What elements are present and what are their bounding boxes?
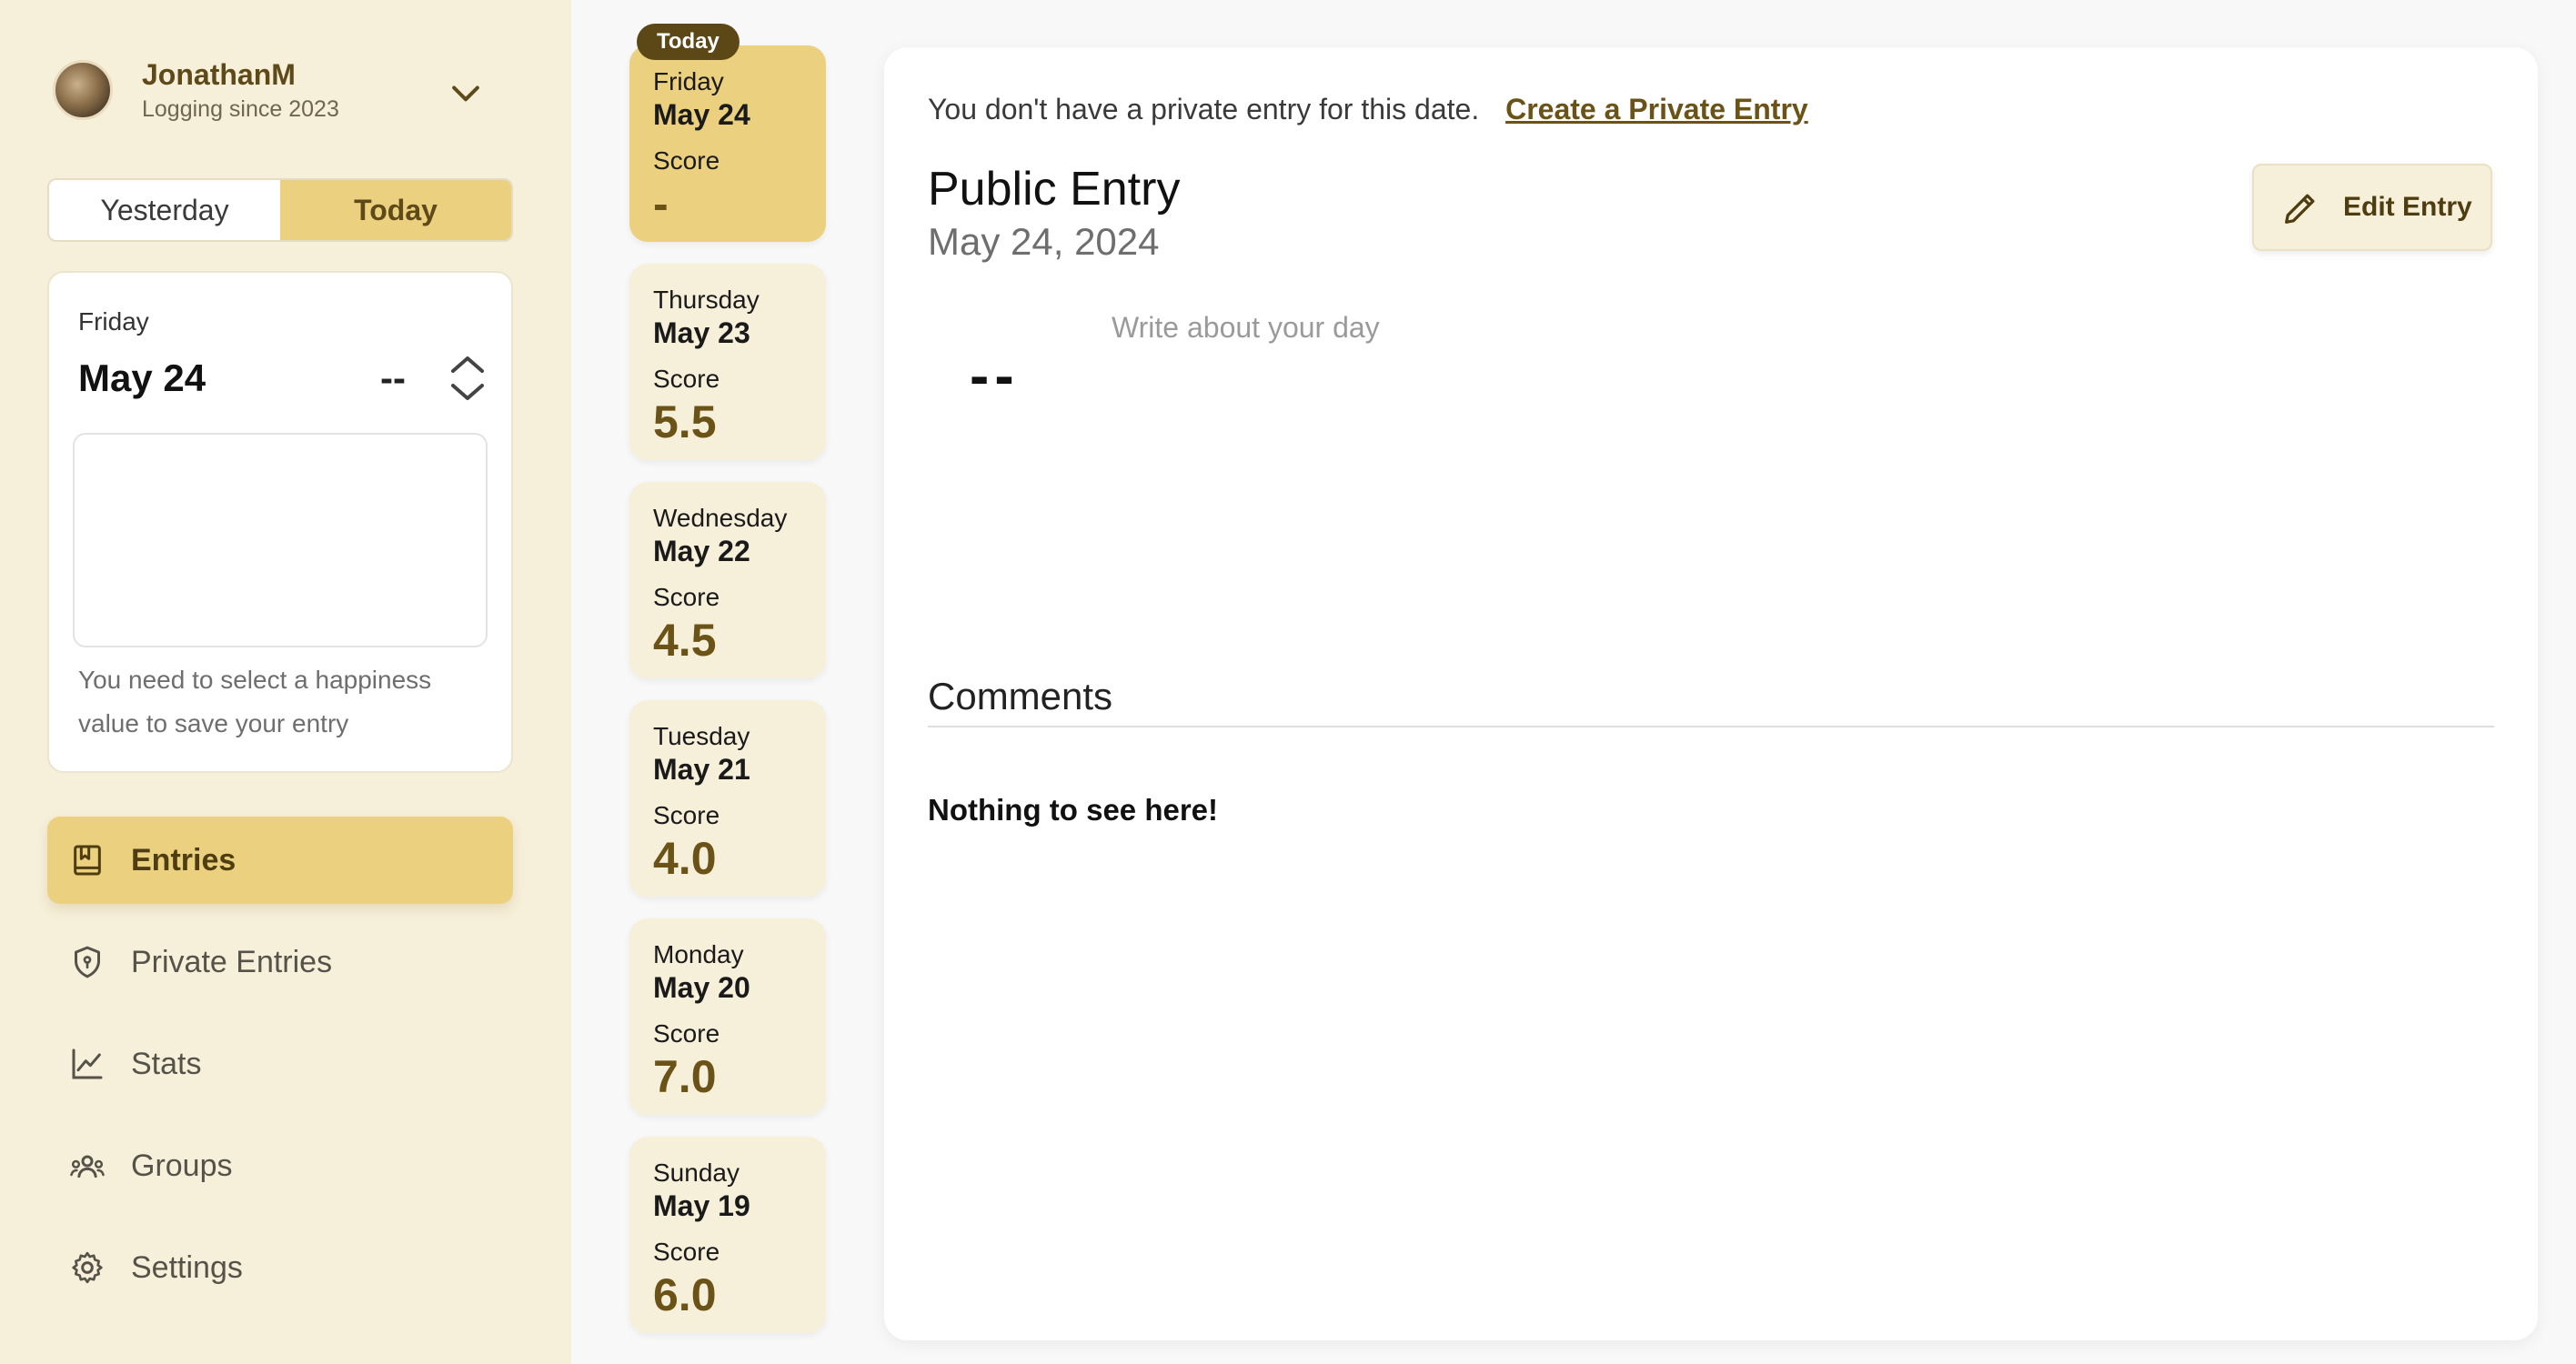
day-card-sunday[interactable]: Sunday May 19 Score 6.0	[629, 1137, 826, 1333]
profile-name: JonathanM	[142, 58, 296, 91]
day-score-label: Score	[653, 1238, 720, 1266]
edit-entry-label: Edit Entry	[2343, 192, 2472, 222]
quick-entry-card: Friday May 24 -- You need to select a ha…	[47, 271, 513, 773]
sidebar-item-entries[interactable]: Entries	[47, 817, 513, 904]
quick-entry-hint: You need to select a happiness value to …	[78, 666, 432, 737]
day-name: Wednesday	[653, 504, 788, 532]
sidebar-item-label: Groups	[131, 1148, 233, 1183]
day-card-tuesday[interactable]: Tuesday May 21 Score 4.0	[629, 700, 826, 897]
today-button[interactable]: Today	[280, 180, 511, 240]
day-date: May 19	[653, 1189, 750, 1222]
day-score-label: Score	[653, 146, 720, 175]
quick-entry-score: --	[380, 356, 406, 399]
day-name: Tuesday	[653, 722, 750, 750]
score-stepper-icon[interactable]	[446, 351, 489, 406]
sidebar-item-label: Private Entries	[131, 944, 333, 979]
shield-icon	[75, 946, 100, 978]
quick-entry-day: Friday	[78, 307, 149, 336]
line-chart-icon	[72, 1048, 103, 1079]
day-card-thursday[interactable]: Thursday May 23 Score 5.5	[629, 264, 826, 460]
gear-icon	[72, 1251, 103, 1284]
profile-menu[interactable]: JonathanM Logging since 2023	[53, 56, 489, 127]
entry-date: May 24, 2024	[928, 220, 1160, 263]
day-score-label: Score	[653, 1019, 720, 1048]
comments-empty-message: Nothing to see here!	[928, 793, 1219, 827]
edit-entry-button[interactable]: Edit Entry	[2252, 164, 2492, 251]
day-card-friday[interactable]: Today Friday May 24 Score -	[629, 24, 826, 242]
day-score-label: Score	[653, 365, 720, 393]
sidebar-item-stats[interactable]: Stats	[47, 1020, 513, 1108]
quick-entry-textarea[interactable]	[73, 433, 488, 647]
day-score: -	[653, 178, 669, 229]
sidebar-item-settings[interactable]: Settings	[47, 1224, 513, 1311]
sidebar-item-private-entries[interactable]: Private Entries	[47, 918, 513, 1006]
day-score: 4.0	[653, 833, 717, 884]
day-score: 6.0	[653, 1269, 717, 1320]
day-name: Sunday	[653, 1158, 740, 1187]
day-date: May 21	[653, 753, 750, 786]
profile-subtitle: Logging since 2023	[142, 96, 339, 122]
users-icon	[70, 1155, 105, 1178]
sidebar-item-label: Entries	[131, 842, 236, 878]
chevron-down-icon[interactable]	[446, 73, 486, 113]
day-list: Today Friday May 24 Score - Thursday May…	[629, 24, 826, 1355]
private-entry-notice: You don't have a private entry for this …	[928, 93, 1808, 126]
sidebar-item-label: Settings	[131, 1249, 243, 1285]
day-name: Monday	[653, 940, 744, 968]
entry-panel: You don't have a private entry for this …	[884, 47, 2538, 1340]
day-score: 7.0	[653, 1051, 717, 1102]
sidebar: JonathanM Logging since 2023 Yesterday T…	[0, 0, 571, 1364]
entry-text-placeholder[interactable]: Write about your day	[1112, 311, 1380, 345]
today-badge: Today	[637, 24, 740, 60]
private-entry-message: You don't have a private entry for this …	[928, 93, 1480, 125]
pencil-icon	[2285, 194, 2315, 224]
day-toggle: Yesterday Today	[47, 178, 513, 242]
comments-title: Comments	[928, 675, 1113, 717]
entry-score: --	[970, 343, 1020, 408]
comments-divider	[928, 726, 2494, 727]
day-name: Friday	[653, 67, 724, 95]
day-date: May 23	[653, 316, 750, 349]
sidebar-item-groups[interactable]: Groups	[47, 1122, 513, 1209]
book-icon	[74, 845, 101, 876]
day-score-label: Score	[653, 801, 720, 829]
day-score: 4.5	[653, 615, 717, 666]
sidebar-item-label: Stats	[131, 1046, 202, 1081]
app-root: JonathanM Logging since 2023 Yesterday T…	[0, 0, 2576, 1364]
day-name: Thursday	[653, 286, 760, 314]
day-date: May 24	[653, 98, 750, 131]
page-title: Public Entry	[928, 163, 1181, 216]
yesterday-button[interactable]: Yesterday	[49, 180, 280, 240]
create-private-entry-link[interactable]: Create a Private Entry	[1505, 93, 1808, 125]
day-score-label: Score	[653, 583, 720, 611]
day-card-monday[interactable]: Monday May 20 Score 7.0	[629, 918, 826, 1115]
day-card-wednesday[interactable]: Wednesday May 22 Score 4.5	[629, 482, 826, 678]
day-date: May 22	[653, 535, 750, 567]
day-score: 5.5	[653, 396, 717, 447]
quick-entry-date: May 24	[78, 356, 206, 399]
day-date: May 20	[653, 971, 750, 1004]
sidebar-nav: Entries Private Entries Stats Groups Set…	[47, 817, 513, 1326]
avatar	[53, 60, 113, 120]
